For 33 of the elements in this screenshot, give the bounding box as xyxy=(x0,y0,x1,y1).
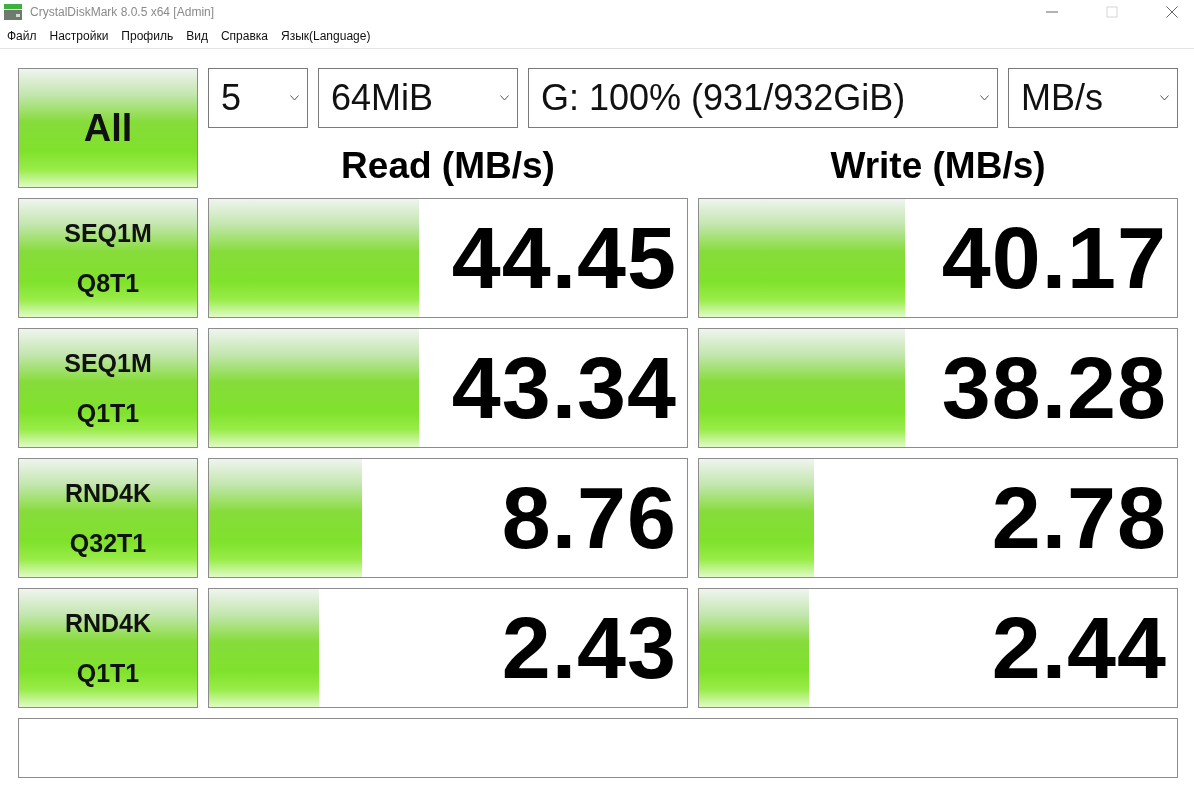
test-button[interactable]: RND4K Q32T1 xyxy=(18,458,198,578)
column-header: Read (MB/s) xyxy=(341,144,555,188)
result-value: 2.43 xyxy=(501,603,678,693)
dropdown[interactable]: MB/s xyxy=(1008,68,1178,128)
result-value: 8.76 xyxy=(501,473,678,563)
dropdown[interactable]: 5 xyxy=(208,68,308,128)
dropdown[interactable]: G: 100% (931/932GiB) xyxy=(528,68,998,128)
chevron-down-icon xyxy=(1160,95,1169,101)
result-value: 44.45 xyxy=(451,213,678,303)
result-value: 38.28 xyxy=(941,343,1168,433)
chevron-down-icon xyxy=(980,95,989,101)
result-value: 2.78 xyxy=(991,473,1168,563)
menu-item[interactable]: Язык(Language) xyxy=(275,26,376,46)
dropdown[interactable]: 64MiB xyxy=(318,68,518,128)
test-button[interactable]: SEQ1M Q1T1 xyxy=(18,328,198,448)
comment-field[interactable] xyxy=(18,718,1178,778)
menu-item[interactable]: Настройки xyxy=(44,26,114,46)
menu-item[interactable]: Файл xyxy=(2,26,42,46)
result-value: 40.17 xyxy=(941,213,1168,303)
menu-item[interactable]: Профиль xyxy=(116,26,179,46)
disk-icon xyxy=(4,4,22,20)
menu-item[interactable]: Справка xyxy=(215,26,273,46)
window-title: CrystalDiskMark 8.0.5 x64 [Admin] xyxy=(30,5,216,19)
menu-item[interactable]: Вид xyxy=(181,26,213,46)
test-button[interactable]: SEQ1M Q8T1 xyxy=(18,198,198,318)
all-tests-button[interactable]: All xyxy=(18,68,198,188)
close-icon[interactable] xyxy=(1166,6,1178,18)
column-header: Write (MB/s) xyxy=(830,144,1046,188)
result-value: 2.44 xyxy=(991,603,1168,693)
result-value: 43.34 xyxy=(451,343,678,433)
chevron-down-icon xyxy=(500,95,509,101)
chevron-down-icon xyxy=(290,95,299,101)
test-button[interactable]: RND4K Q1T1 xyxy=(18,588,198,708)
